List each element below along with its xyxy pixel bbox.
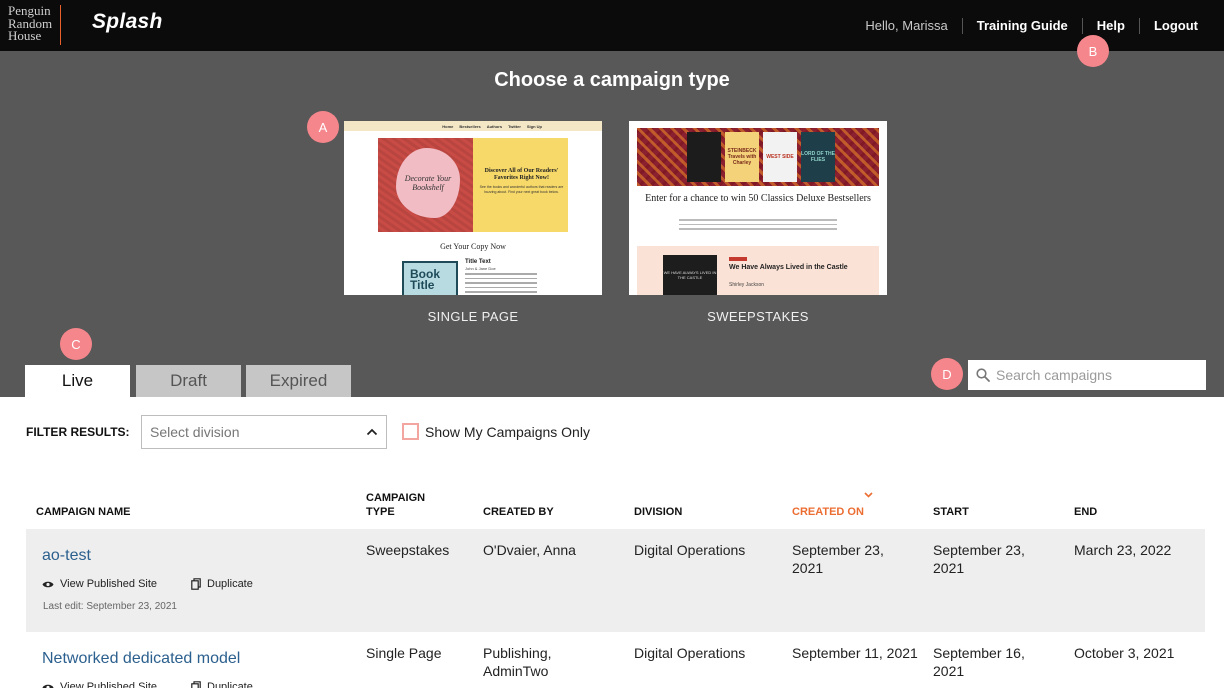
column-header-start[interactable]: START: [933, 505, 969, 519]
chevron-up-icon: [366, 428, 378, 436]
end-date-cell: October 3, 2021: [1074, 645, 1175, 661]
preview-book-cover: WEST SIDE: [763, 132, 797, 182]
division-cell: Digital Operations: [634, 542, 746, 558]
preview-feature-author: Shirley Jackson: [729, 282, 765, 288]
column-header-name[interactable]: CAMPAIGN NAME: [36, 505, 131, 519]
duplicate-link[interactable]: Duplicate: [191, 578, 253, 590]
column-header-created-by[interactable]: CREATED BY: [483, 505, 554, 519]
preview-nav-item: Sign Up: [526, 123, 542, 129]
preview-title-text: Title Text: [465, 259, 491, 265]
single-page-card[interactable]: Home Bestsellers Authors Twitter Sign Up…: [344, 121, 602, 324]
column-header-end[interactable]: END: [1074, 505, 1097, 519]
created-by-cell: Publishing, AdminTwo: [483, 645, 552, 679]
greeting-text: Hello, Marissa: [865, 17, 948, 33]
preview-headline-panel: Discover All of Our Readers' Favorites R…: [473, 138, 568, 232]
single-page-label[interactable]: SINGLE PAGE: [344, 309, 602, 324]
logout-link[interactable]: Logout: [1138, 17, 1212, 34]
preview-feature-tag: [729, 257, 747, 261]
duplicate-label: Duplicate: [207, 578, 253, 590]
start-date-cell: September 23, 2021: [933, 542, 1025, 576]
preview-feature-cover: WE HAVE ALWAYS LIVED IN THE CASTLE: [663, 255, 717, 295]
penguin-random-house-logo[interactable]: Penguin Random House: [8, 4, 62, 45]
tab-draft[interactable]: Draft: [136, 365, 241, 397]
preview-blurb: See the books and wonderful authors that…: [479, 185, 564, 194]
annotation-badge-d: D: [931, 358, 963, 390]
filter-label: FILTER RESULTS:: [26, 425, 130, 439]
created-on-cell: September 11, 2021: [792, 645, 918, 661]
annotation-badge-b: B: [1077, 35, 1109, 67]
copy-icon: [191, 578, 201, 590]
column-header-division[interactable]: DIVISION: [634, 505, 682, 519]
preview-book-cover: LORD OF THE FLIES: [801, 132, 835, 182]
preview-body-lines: [679, 219, 837, 233]
copy-icon: [191, 681, 201, 688]
section-title: Choose a campaign type: [494, 69, 730, 91]
last-edit-text: Last edit: September 23, 2021: [43, 601, 177, 612]
help-link[interactable]: Help: [1081, 17, 1139, 34]
preview-get-copy: Get Your Copy Now: [440, 242, 506, 251]
search-box[interactable]: [968, 360, 1206, 390]
tab-live[interactable]: Live: [25, 365, 130, 397]
campaign-name-link[interactable]: ao-test: [42, 547, 91, 565]
preview-feature-title: We Have Always Lived in the Castle: [729, 264, 848, 271]
campaign-type-cell: Single Page: [366, 645, 442, 661]
eye-icon: [42, 581, 54, 587]
preview-banner: STEINBECK Travels with Charley WEST SIDE…: [637, 128, 879, 186]
view-published-site-link[interactable]: View Published Site: [42, 681, 157, 688]
preview-book-cover: Book Title: [402, 261, 458, 295]
column-header-created-on[interactable]: CREATED ON: [792, 505, 864, 519]
eye-icon: [42, 684, 54, 688]
column-header-type[interactable]: CAMPAIGN TYPE: [366, 491, 436, 519]
preview-book-cover: [687, 132, 721, 182]
division-select-value: Select division: [150, 424, 240, 440]
preview-book-cover: STEINBECK Travels with Charley: [725, 132, 759, 182]
campaign-type-section: Choose a campaign type Home Bestsellers …: [0, 51, 1224, 397]
sort-descending-icon[interactable]: [864, 492, 873, 498]
sweepstakes-card[interactable]: STEINBECK Travels with Charley WEST SIDE…: [629, 121, 887, 324]
preview-body-lines: [465, 273, 537, 295]
logo-line: House: [8, 28, 42, 43]
annotation-badge-c: C: [60, 328, 92, 360]
start-date-cell: September 16, 2021: [933, 645, 1025, 679]
my-campaigns-checkbox[interactable]: [402, 423, 419, 440]
division-select[interactable]: Select division: [141, 415, 387, 449]
preview-nav-item: Twitter: [508, 123, 521, 129]
view-published-site-label: View Published Site: [60, 681, 158, 688]
sweepstakes-label[interactable]: SWEEPSTAKES: [629, 309, 887, 324]
brand-name[interactable]: Splash: [92, 10, 163, 34]
preview-banner: Decorate Your Bookshelf Discover All of …: [378, 138, 568, 232]
single-page-thumbnail[interactable]: Home Bestsellers Authors Twitter Sign Up…: [344, 121, 602, 295]
search-icon: [976, 368, 990, 382]
top-nav-bar: Penguin Random House Splash Hello, Maris…: [0, 0, 1224, 51]
created-by-cell: O'Dvaier, Anna: [483, 542, 576, 558]
my-campaigns-label[interactable]: Show My Campaigns Only: [425, 424, 590, 440]
preview-blob-text: Decorate Your Bookshelf: [404, 174, 452, 192]
created-on-cell: September 23, 2021: [792, 542, 884, 576]
preview-nav: Home Bestsellers Authors Twitter Sign Up: [344, 121, 602, 131]
training-guide-link[interactable]: Training Guide: [961, 17, 1082, 34]
preview-nav-item: Authors: [486, 123, 503, 129]
preview-book-covers: STEINBECK Travels with Charley WEST SIDE…: [687, 132, 835, 182]
user-nav: Hello, Marissa Training Guide Help Logou…: [851, 0, 1212, 51]
duplicate-link[interactable]: Duplicate: [191, 681, 253, 688]
duplicate-label: Duplicate: [207, 681, 253, 688]
campaign-type-cell: Sweepstakes: [366, 542, 450, 558]
annotation-badge-a: A: [307, 111, 339, 143]
preview-nav-item: Home: [442, 123, 454, 129]
division-cell: Digital Operations: [634, 645, 746, 661]
tab-expired[interactable]: Expired: [246, 365, 351, 397]
preview-book-cover-text: Book Title: [410, 267, 440, 292]
end-date-cell: March 23, 2022: [1074, 542, 1172, 558]
view-published-site-label: View Published Site: [60, 578, 158, 590]
campaign-name-link[interactable]: Networked dedicated model: [42, 650, 240, 668]
search-input[interactable]: [996, 367, 1196, 383]
sweepstakes-thumbnail[interactable]: STEINBECK Travels with Charley WEST SIDE…: [629, 121, 887, 295]
preview-headline: Enter for a chance to win 50 Classics De…: [645, 193, 871, 204]
preview-author: John & Jane Doe: [465, 266, 496, 271]
preview-blob: Decorate Your Bookshelf: [396, 148, 460, 218]
preview-nav-item: Bestsellers: [459, 123, 481, 129]
preview-pattern-panel: Decorate Your Bookshelf: [378, 138, 473, 232]
view-published-site-link[interactable]: View Published Site: [42, 578, 157, 590]
preview-headline: Discover All of Our Readers' Favorites R…: [484, 168, 559, 181]
